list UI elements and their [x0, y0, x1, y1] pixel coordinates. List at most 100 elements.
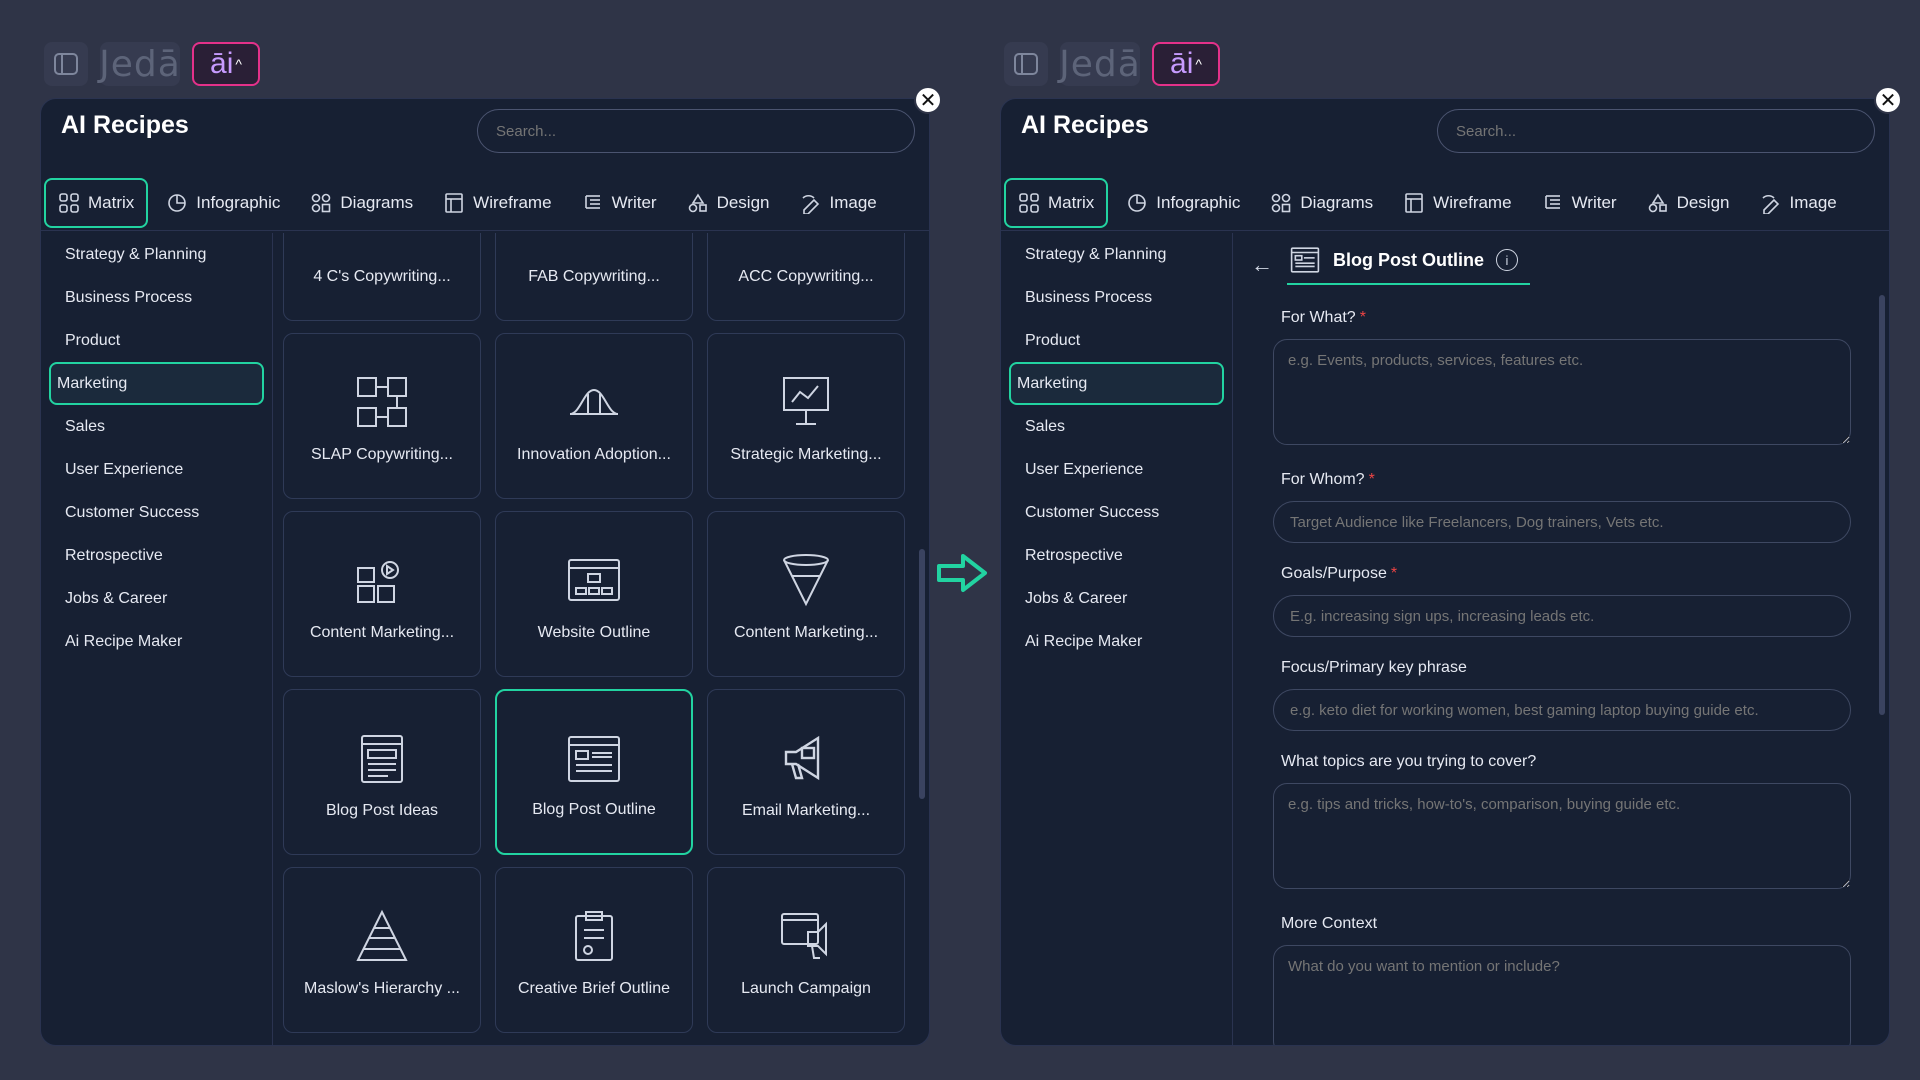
sidebar-item-retrospective[interactable]: Retrospective — [1009, 534, 1224, 577]
tab-writer[interactable]: Writer — [570, 178, 669, 228]
tab-writer[interactable]: Writer — [1530, 178, 1629, 228]
topics-field[interactable] — [1273, 783, 1851, 889]
recipe-card[interactable]: FAB Copywriting... — [495, 233, 693, 321]
info-icon[interactable]: i — [1496, 249, 1518, 271]
back-arrow-icon[interactable]: ← — [1251, 252, 1273, 278]
tab-infographic[interactable]: Infographic — [1114, 178, 1252, 228]
tab-design[interactable]: Design — [675, 178, 782, 228]
tab-label: Design — [1676, 192, 1730, 212]
sidebar-item-business-process[interactable]: Business Process — [1009, 276, 1224, 319]
recipe-card[interactable]: 4 C's Copywriting... — [283, 233, 481, 321]
panel-title: AI Recipes — [61, 111, 189, 139]
panel-title: AI Recipes — [1021, 111, 1149, 139]
tab-infographic[interactable]: Infographic — [154, 178, 292, 228]
sidebar-toggle-button[interactable] — [44, 42, 88, 86]
sidebar-item-customer-success[interactable]: Customer Success — [1009, 491, 1224, 534]
recipe-card[interactable]: Strategic Marketing... — [707, 333, 905, 499]
funnel-icon — [783, 554, 829, 607]
close-button[interactable]: ✕ — [1874, 86, 1902, 114]
sidebar-item-business-process[interactable]: Business Process — [49, 276, 264, 319]
image-icon — [1761, 194, 1779, 214]
tab-label: Writer — [1571, 192, 1617, 212]
label-text: Goals/Purpose — [1281, 565, 1387, 582]
website-outline-icon — [568, 559, 620, 601]
search-input[interactable] — [477, 109, 915, 153]
for-whom-field[interactable] — [1273, 501, 1851, 543]
goals-field[interactable] — [1273, 595, 1851, 637]
sidebar-item-ai-recipe-maker[interactable]: Ai Recipe Maker — [1009, 620, 1224, 663]
recipe-card[interactable]: SLAP Copywriting... — [283, 333, 481, 499]
category-sidebar: Strategy & Planning Business Process Pro… — [1001, 233, 1233, 1045]
design-icon — [688, 192, 707, 212]
sidebar-item-product[interactable]: Product — [1009, 319, 1224, 362]
tab-design[interactable]: Design — [1635, 178, 1742, 228]
recipe-card[interactable]: Creative Brief Outline — [495, 867, 693, 1033]
more-context-field[interactable] — [1273, 945, 1851, 1045]
tab-wireframe[interactable]: Wireframe — [431, 178, 563, 228]
recipe-card[interactable]: Content Marketing... — [283, 511, 481, 677]
sidebar-item-marketing[interactable]: Marketing — [49, 362, 264, 405]
search-input[interactable] — [1437, 109, 1875, 153]
ai-recipes-panel-right: AI Recipes Matrix Infographic Diagrams W… — [1000, 98, 1890, 1046]
recipe-card-label: ACC Copywriting... — [738, 268, 874, 285]
tab-label: Image — [829, 192, 877, 212]
ai-menu-button[interactable]: āi ^ — [1152, 42, 1220, 86]
sidebar-item-jobs-career[interactable]: Jobs & Career — [49, 577, 264, 620]
recipe-card[interactable]: Launch Campaign — [707, 867, 905, 1033]
blog-outline-icon — [1290, 247, 1320, 273]
sidebar-item-customer-success[interactable]: Customer Success — [49, 491, 264, 534]
sidebar-item-strategy[interactable]: Strategy & Planning — [49, 233, 264, 276]
tab-label: Image — [1789, 192, 1837, 212]
close-button[interactable]: ✕ — [914, 86, 942, 114]
scrollbar[interactable] — [1879, 295, 1885, 715]
tab-image[interactable]: Image — [788, 178, 889, 228]
tab-label: Matrix — [1048, 192, 1095, 212]
sidebar-item-user-experience[interactable]: User Experience — [49, 448, 264, 491]
field-label-for-whom: For Whom? * — [1281, 471, 1375, 489]
sidebar-item-ai-recipe-maker[interactable]: Ai Recipe Maker — [49, 620, 264, 663]
recipe-card[interactable]: Website Outline — [495, 511, 693, 677]
megaphone-icon — [784, 735, 820, 781]
key-phrase-field[interactable] — [1273, 689, 1851, 731]
tab-label: Diagrams — [1300, 192, 1374, 212]
right-topbar: Jedā āi ^ — [1004, 42, 1220, 86]
recipe-card[interactable]: Innovation Adoption... — [495, 333, 693, 499]
recipe-card-label: Website Outline — [537, 624, 651, 641]
tab-diagrams[interactable]: Diagrams — [298, 178, 425, 228]
sidebar-item-jobs-career[interactable]: Jobs & Career — [1009, 577, 1224, 620]
sidebar-item-marketing[interactable]: Marketing — [1009, 362, 1224, 405]
form-title: Blog Post Outline — [1333, 249, 1484, 270]
recipe-card[interactable]: ACC Copywriting... — [707, 233, 905, 321]
recipe-card[interactable]: Maslow's Hierarchy ... — [283, 867, 481, 1033]
tab-label: Matrix — [88, 192, 135, 212]
recipe-card-selected[interactable]: Blog Post Outline — [495, 689, 693, 855]
sidebar-item-product[interactable]: Product — [49, 319, 264, 362]
diagram-icon — [1272, 193, 1291, 212]
sidebar-item-retrospective[interactable]: Retrospective — [49, 534, 264, 577]
sidebar-toggle-button[interactable] — [1004, 42, 1048, 86]
recipe-card-label: Email Marketing... — [741, 802, 871, 819]
tab-matrix[interactable]: Matrix — [44, 177, 149, 228]
sidebar-item-sales[interactable]: Sales — [1009, 405, 1224, 448]
content-media-icon — [357, 561, 399, 603]
recipe-card[interactable]: Blog Post Ideas — [283, 689, 481, 855]
sidebar-item-sales[interactable]: Sales — [49, 405, 264, 448]
tab-image[interactable]: Image — [1748, 178, 1849, 228]
label-text: For Whom? — [1281, 471, 1365, 488]
scrollbar[interactable] — [919, 549, 925, 799]
tab-label: Writer — [611, 192, 657, 212]
chevron-up-icon: ^ — [235, 56, 242, 72]
sidebar-item-strategy[interactable]: Strategy & Planning — [1009, 233, 1224, 276]
wireframe-icon — [1405, 192, 1423, 213]
tab-matrix[interactable]: Matrix — [1004, 177, 1109, 228]
ai-menu-button[interactable]: āi ^ — [192, 42, 260, 86]
sidebar-panel-icon — [1014, 53, 1038, 75]
for-what-field[interactable] — [1273, 339, 1851, 445]
tab-wireframe[interactable]: Wireframe — [1391, 178, 1523, 228]
recipe-card[interactable]: Content Marketing... — [707, 511, 905, 677]
tab-diagrams[interactable]: Diagrams — [1258, 178, 1385, 228]
recipe-card[interactable]: Email Marketing... — [707, 689, 905, 855]
sidebar-item-user-experience[interactable]: User Experience — [1009, 448, 1224, 491]
bell-curve-icon — [569, 388, 619, 415]
close-icon: ✕ — [1879, 89, 1897, 112]
